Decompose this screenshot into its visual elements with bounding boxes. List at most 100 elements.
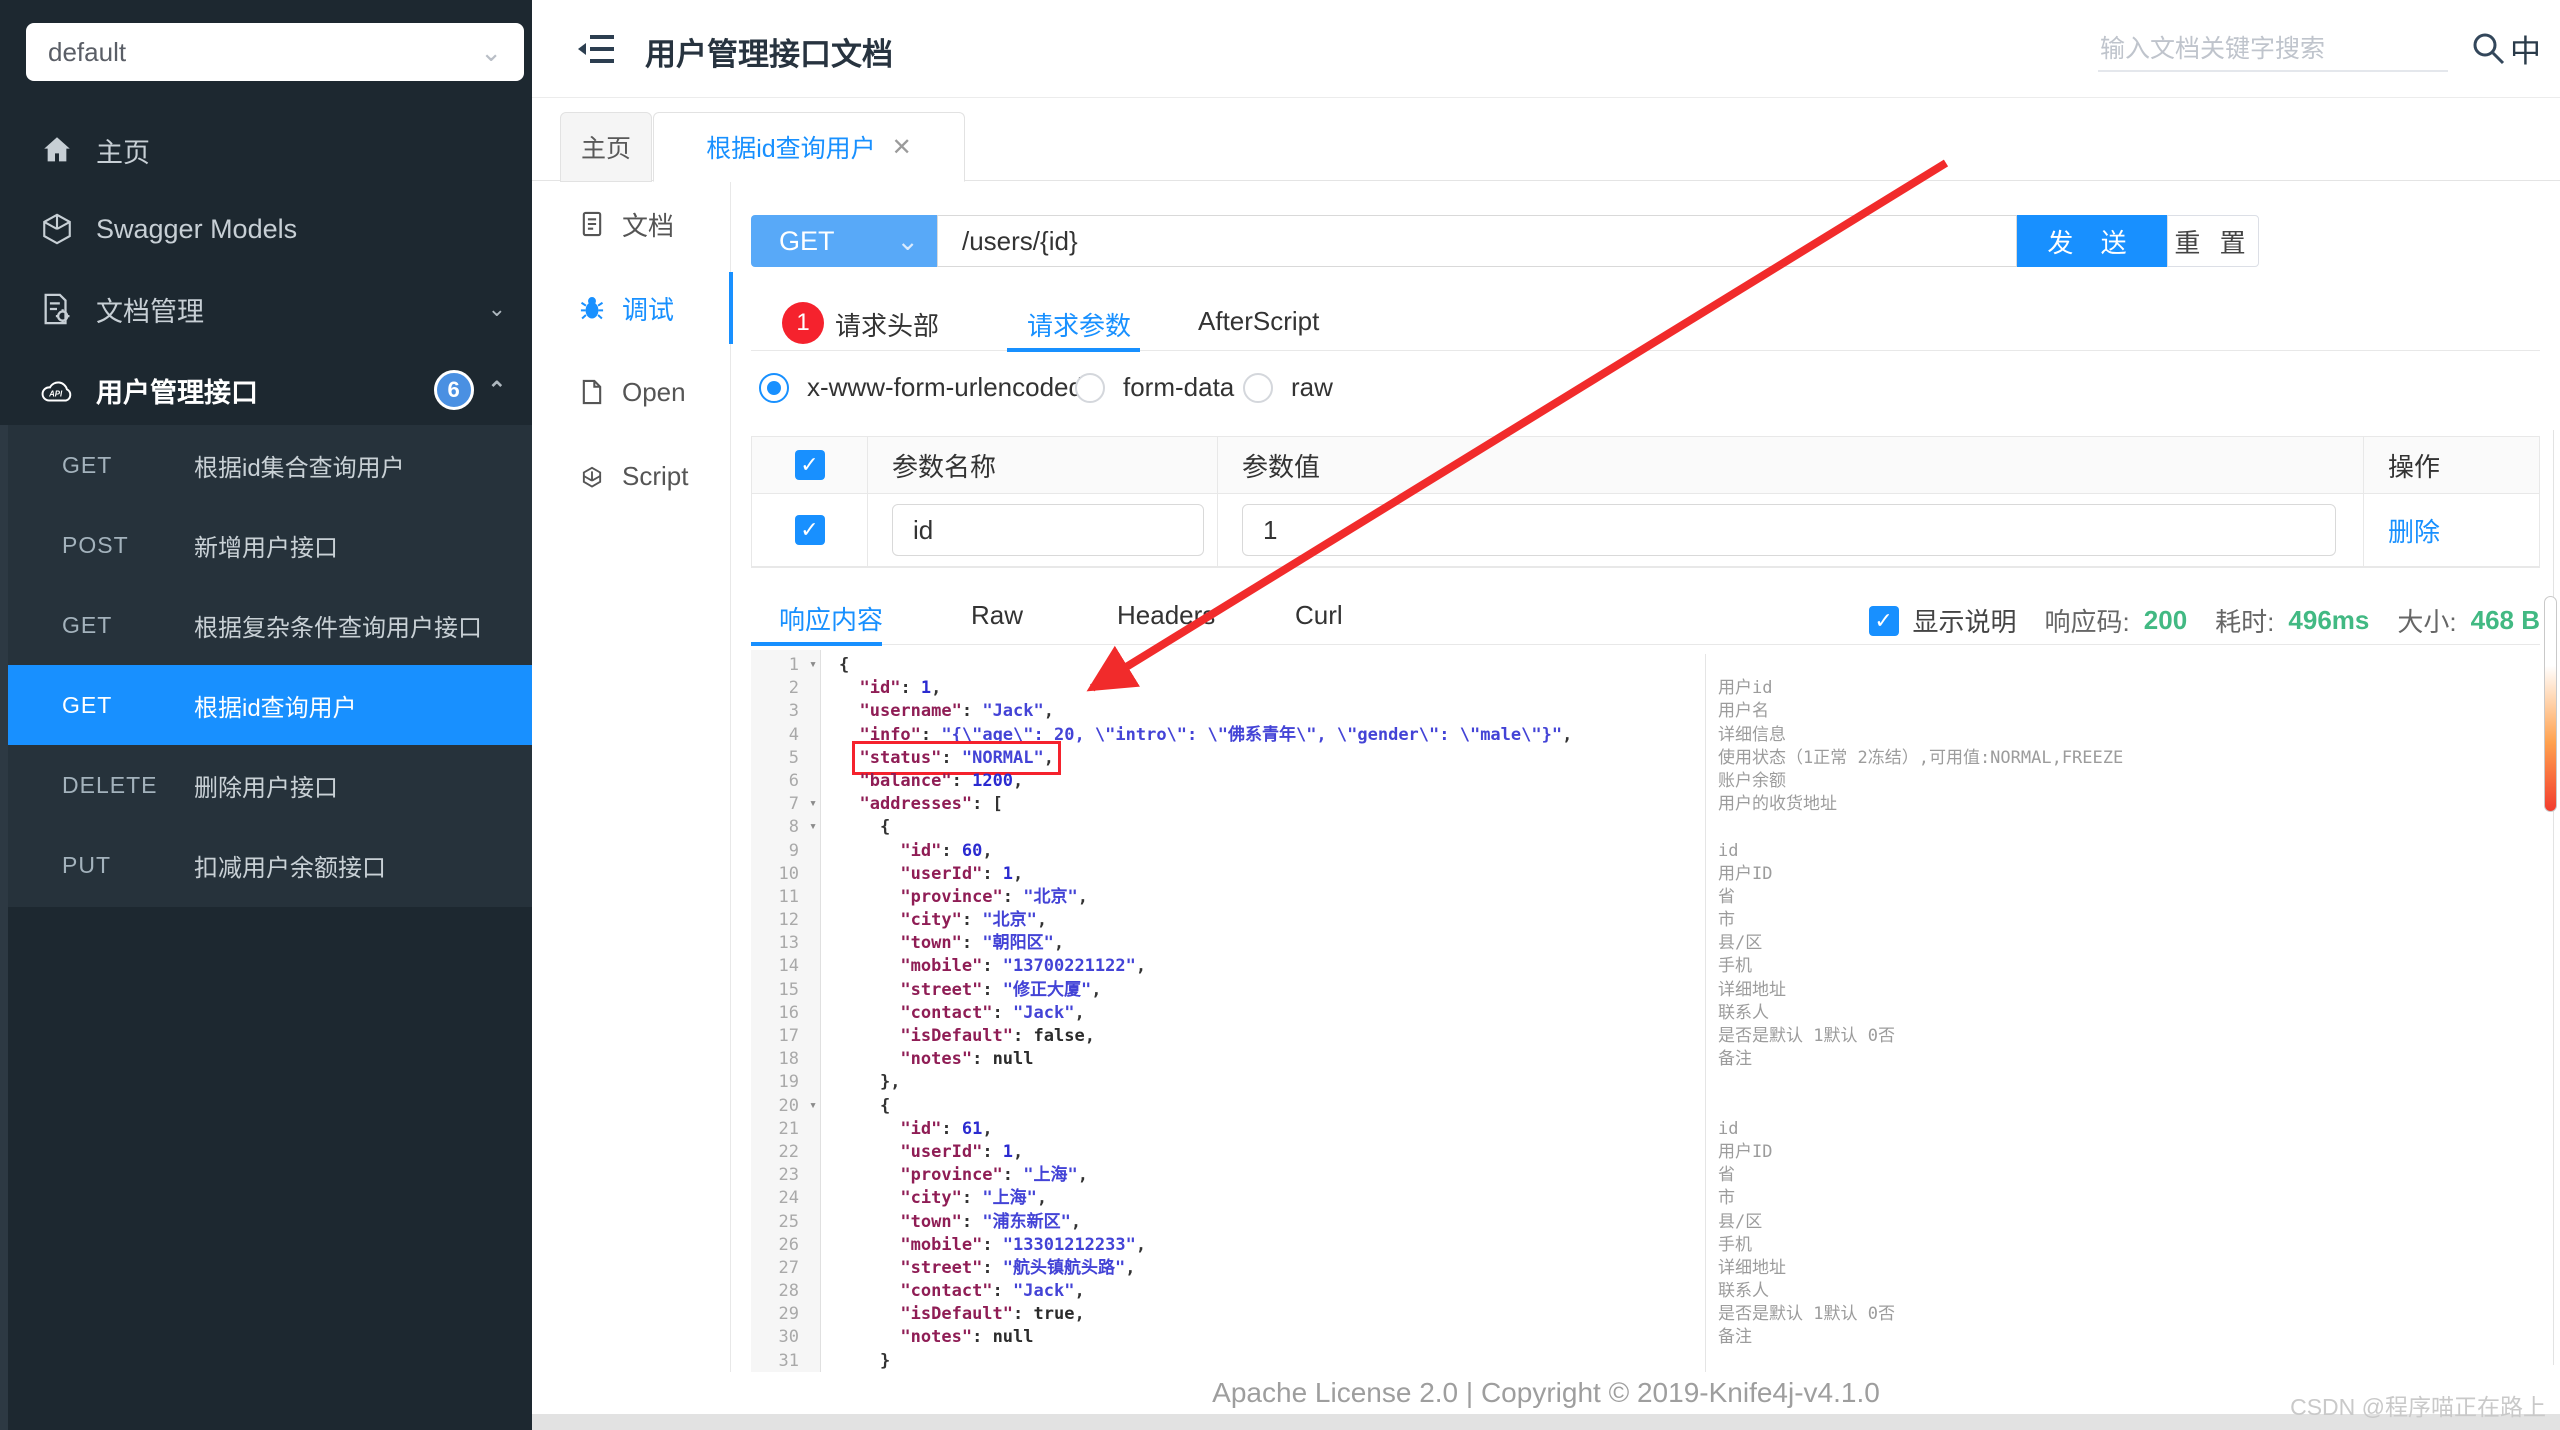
code-line: 14 "mobile": "13700221122", 手机 [751, 955, 2540, 979]
json-string: "上海" [1023, 1165, 1078, 1186]
doc-search-field[interactable] [2098, 28, 2448, 72]
json-key: "notes" [900, 1049, 973, 1070]
response-json-editor[interactable]: 1 ▾{2 "id": 1, 用户id 3 "username": "Jack", 用户… [751, 650, 2540, 1372]
request-url-input[interactable]: /users/{id} [937, 215, 2017, 267]
line-number: 17 [778, 1026, 799, 1046]
json-punct: , [1084, 1026, 1095, 1046]
method-select[interactable]: GET ⌄ [751, 215, 937, 267]
col-operation: 操作 [2388, 451, 2441, 482]
sidebar-api-item[interactable]: DELETE 删除用户接口 [0, 745, 532, 825]
reset-button[interactable]: 重 置 [2167, 215, 2259, 267]
json-punct: : [951, 770, 973, 791]
field-description: 用户id [1705, 677, 2540, 701]
response-meta: ✓ 显示说明 响应码: 200 耗时: 496ms 大小: 468 B [1868, 602, 2540, 639]
line-number: 20 ▾ [778, 1094, 817, 1117]
code-content: } [821, 1350, 1705, 1372]
json-punct: , [931, 678, 942, 699]
radio-form-data[interactable]: form-data [1075, 372, 1234, 403]
code-content: "id": 1, [821, 677, 1705, 700]
close-icon[interactable]: ✕ [892, 133, 912, 162]
json-punct: , [1562, 724, 1573, 745]
tab-headers[interactable]: Headers [1117, 600, 1215, 631]
doc-tab-script[interactable]: Script [532, 434, 731, 518]
field-description: 用户名 [1705, 700, 2540, 724]
json-punct: , [1135, 1234, 1147, 1255]
json-punct: : [982, 956, 1003, 977]
top-header: 用户管理接口文档 中 [532, 0, 2560, 98]
fold-caret-icon[interactable]: ▾ [809, 653, 817, 676]
operation-cell: 删除 [2364, 494, 2539, 566]
doc-icon [578, 210, 606, 238]
sidebar-api-item[interactable]: PUT 扣减用户余额接口 [0, 825, 532, 905]
param-name-input[interactable] [892, 504, 1204, 556]
doc-tab-调试[interactable]: 调试 [532, 266, 733, 350]
radio-circle[interactable] [1075, 372, 1105, 403]
json-key: "isDefault" [900, 1304, 1014, 1325]
field-description: 手机 [1705, 955, 2540, 979]
doc-tab-文档[interactable]: 文档 [532, 182, 731, 266]
fold-caret-icon[interactable]: ▾ [809, 815, 817, 838]
json-string: "修正大厦" [1002, 979, 1092, 1000]
api-group-icon: API [40, 373, 74, 407]
delete-param-link[interactable]: 删除 [2388, 512, 2440, 549]
code-line: 6 "balance": 1200, 账户余额 [751, 769, 2540, 794]
json-string: "上海" [982, 1188, 1037, 1209]
radio-label: form-data [1123, 372, 1235, 402]
param-value-input[interactable] [1242, 504, 2336, 556]
tab-response-content[interactable]: 响应内容 [779, 600, 883, 637]
json-punct: , [1070, 1211, 1082, 1232]
fold-caret-icon[interactable]: ▾ [809, 792, 817, 815]
select-all-checkbox[interactable]: ✓ [794, 450, 825, 480]
param-value-cell [1218, 494, 2364, 566]
home-icon [40, 133, 74, 167]
tab-raw[interactable]: Raw [971, 600, 1023, 631]
sidebar-api-item[interactable]: GET 根据复杂条件查询用户接口 [0, 585, 532, 665]
json-punct: : [961, 910, 983, 931]
sidebar-api-item[interactable]: POST 新增用户接口 [0, 505, 532, 585]
tab-home[interactable]: 主页 [560, 112, 652, 182]
json-punct: , [1125, 1257, 1136, 1278]
fold-caret-icon[interactable]: ▾ [809, 1094, 817, 1117]
language-toggle[interactable]: 中 [2510, 26, 2541, 71]
tab-afterscript[interactable]: AfterScript [1198, 306, 1319, 337]
json-punct: { [879, 1095, 891, 1116]
radio-raw[interactable]: raw [1243, 372, 1333, 403]
radio-circle[interactable] [759, 372, 789, 403]
sidebar-item-swagger-models[interactable]: Swagger Models [0, 197, 532, 261]
sidebar-item-doc-manage[interactable]: 文档管理 ⌄ [0, 277, 532, 341]
radio-circle[interactable] [1243, 372, 1273, 403]
sidebar-api-item[interactable]: GET 根据id集合查询用户 [0, 425, 532, 505]
send-button[interactable]: 发 送 [2017, 215, 2167, 267]
param-table: ✓ 参数名称 参数值 操作 ✓ 删除 [751, 436, 2540, 568]
tab-current-api[interactable]: 根据id查询用户 ✕ [653, 112, 965, 182]
api-name-label: 根据id查询用户 [194, 694, 357, 722]
doc-tab-label: Open [622, 376, 686, 407]
sidebar-item-home[interactable]: 主页 [0, 118, 532, 182]
project-select[interactable]: default ⌄ [26, 23, 524, 81]
collapse-sidebar-icon[interactable] [578, 31, 616, 67]
code-content: "userId": 1, [821, 1141, 1705, 1164]
code-content: "status": "NORMAL", [821, 740, 1705, 775]
scrollbar-thumb[interactable] [2544, 596, 2557, 812]
field-description: 市 [1705, 1187, 2540, 1211]
sidebar-item-user-api-group[interactable]: API 用户管理接口 6 ⌃ [0, 358, 532, 422]
line-number: 22 [778, 1141, 799, 1162]
tab-curl[interactable]: Curl [1295, 600, 1343, 631]
show-description-checkbox[interactable]: ✓ [1868, 605, 1899, 636]
json-key: "addresses" [859, 794, 973, 815]
api-method-label: GET [62, 691, 113, 718]
body-type-radios: x-www-form-urlencoded form-data raw [751, 372, 2540, 414]
tab-request-headers[interactable]: 请求头部 [835, 306, 939, 343]
tab-request-params[interactable]: 请求参数 [1027, 306, 1131, 343]
search-input[interactable] [2098, 28, 2448, 70]
row-checkbox[interactable]: ✓ [794, 515, 825, 545]
sidebar-api-item[interactable]: GET 根据id查询用户 [0, 665, 532, 745]
code-content: { [821, 816, 1705, 839]
row-select-cell: ✓ [752, 494, 868, 566]
radio-x-www-form-urlencoded[interactable]: x-www-form-urlencoded [759, 372, 1083, 403]
code-content: "province": "上海", [821, 1164, 1705, 1187]
field-description: 详细地址 [1705, 1256, 2540, 1281]
code-line: 23 "province": "上海", 省 [751, 1164, 2540, 1188]
doc-tab-open[interactable]: Open [532, 350, 731, 434]
search-icon[interactable] [2470, 30, 2506, 66]
